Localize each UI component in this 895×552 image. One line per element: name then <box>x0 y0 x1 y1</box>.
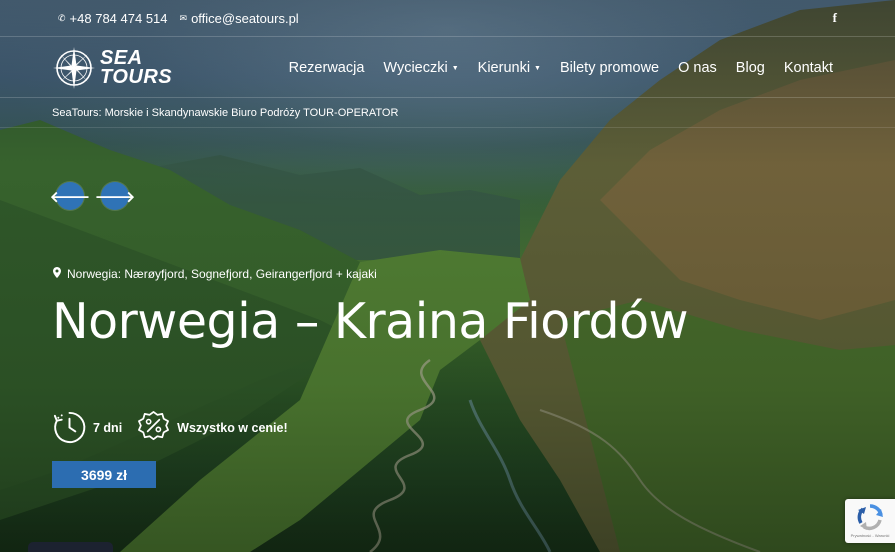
envelope-icon: ✉ <box>179 12 188 23</box>
tour-features: 7 dni Wszystko w cenie! <box>52 410 302 445</box>
tour-location: Norwegia: Nærøyfjord, Sognefjord, Geiran… <box>53 267 377 281</box>
tour-all-inclusive: Wszystko w cenie! <box>136 410 288 445</box>
tour-location-text: Norwegia: Nærøyfjord, Sognefjord, Geiran… <box>67 267 377 281</box>
map-pin-icon <box>53 267 61 281</box>
nav-item-kierunki[interactable]: Kierunki ▼ <box>478 60 541 76</box>
tour-price-button[interactable]: 3699 zł <box>52 461 156 488</box>
top-contact-bar: ✆ +48 784 474 514 ✉ office@seatours.pl f <box>0 0 895 37</box>
site-tagline: SeaTours: Morskie i Skandynawskie Biuro … <box>0 99 895 128</box>
site-logo[interactable]: SEA TOURS <box>52 46 172 90</box>
email-address: office@seatours.pl <box>191 10 299 26</box>
email-contact[interactable]: ✉ office@seatours.pl <box>180 11 299 26</box>
nav-item-kontakt[interactable]: Kontakt <box>784 60 833 76</box>
phone-icon: ✆ <box>58 12 66 23</box>
nav-item-label: Wycieczki <box>383 59 448 76</box>
logo-line-1: SEA <box>100 46 143 69</box>
nav-item-label: Rezerwacja <box>288 59 365 76</box>
logo-line-2: TOURS <box>100 65 173 88</box>
main-header: SEA TOURS Rezerwacja Wycieczki ▼ Kierunk… <box>0 38 895 98</box>
nav-item-label: Kierunki <box>477 59 531 76</box>
tour-duration: 7 dni <box>52 410 122 445</box>
compass-rose-icon <box>53 46 95 89</box>
nav-item-label: Blog <box>735 59 765 76</box>
tour-all-inclusive-text: Wszystko w cenie! <box>177 420 288 435</box>
nav-item-label: O nas <box>678 59 717 76</box>
nav-item-label: Kontakt <box>783 59 833 76</box>
caret-down-icon: ▼ <box>451 65 459 72</box>
arrow-right-icon: 🡒 <box>94 188 136 206</box>
clock-icon <box>53 411 86 443</box>
recaptcha-badge[interactable]: Prywatność - Warunki <box>845 499 895 543</box>
bottom-chat-tab[interactable] <box>28 542 113 552</box>
nav-item-bilety-promowe[interactable]: Bilety promowe <box>560 60 659 76</box>
tour-title: Norwegia – Kraina Fiordów <box>52 293 689 350</box>
nav-item-blog[interactable]: Blog <box>736 60 765 76</box>
slider-next-button[interactable]: 🡒 <box>95 182 135 210</box>
nav-item-label: Bilety promowe <box>559 59 660 76</box>
main-nav: Rezerwacja Wycieczki ▼ Kierunki ▼ Bilety… <box>270 60 833 76</box>
nav-item-o-nas[interactable]: O nas <box>678 60 717 76</box>
nav-item-rezerwacja[interactable]: Rezerwacja <box>289 60 365 76</box>
recaptcha-text: Prywatność - Warunki <box>850 533 890 538</box>
discount-badge-icon <box>138 411 170 441</box>
nav-item-wycieczki[interactable]: Wycieczki ▼ <box>383 60 458 76</box>
phone-number: +48 784 474 514 <box>69 10 168 26</box>
phone-contact[interactable]: ✆ +48 784 474 514 <box>58 11 168 26</box>
logo-wordmark: SEA TOURS <box>100 46 173 88</box>
tour-duration-text: 7 dni <box>93 420 123 435</box>
slider-prev-button[interactable]: 🡐 <box>50 182 90 210</box>
caret-down-icon: ▼ <box>534 65 541 72</box>
arrow-left-icon: 🡐 <box>49 188 91 206</box>
facebook-icon[interactable]: f <box>833 10 837 26</box>
recaptcha-icon <box>857 504 883 531</box>
